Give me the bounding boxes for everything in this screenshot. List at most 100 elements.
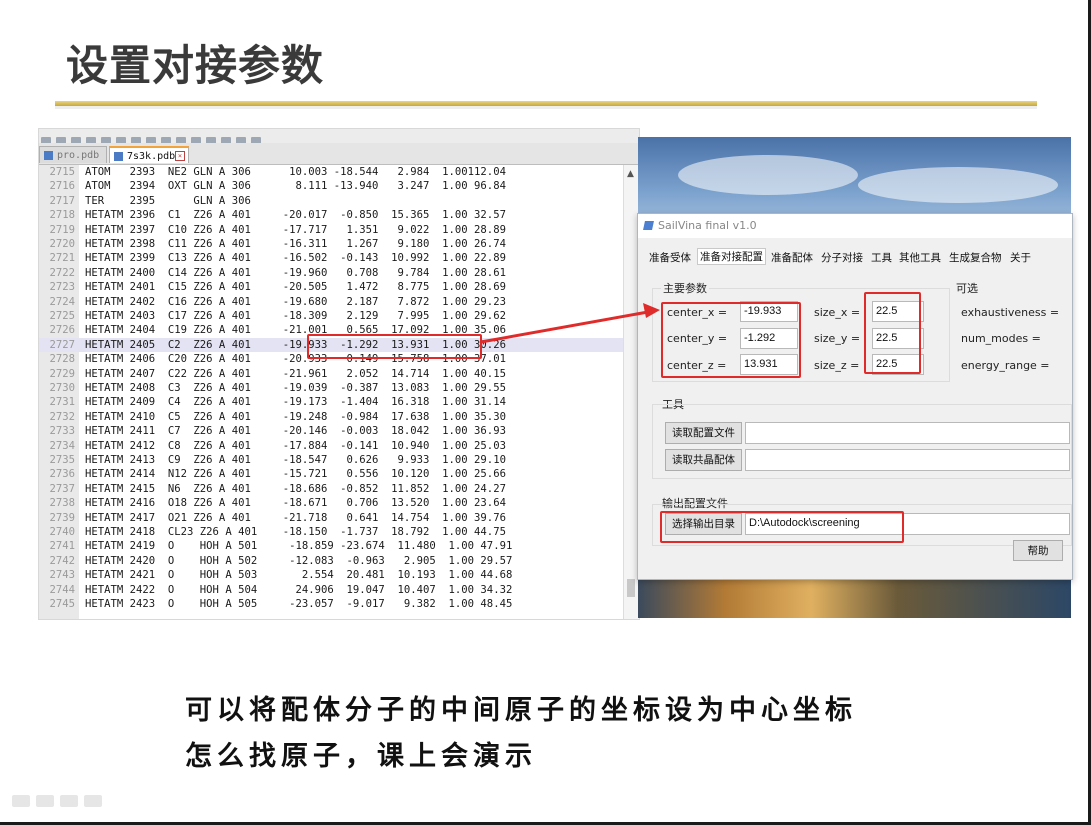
menu-prepare-receptor[interactable]: 准备受体 (649, 250, 691, 265)
menu-prepare-docking-config[interactable]: 准备对接配置 (697, 248, 766, 265)
tab-label: 7s3k.pdb (127, 151, 176, 162)
editor-line[interactable]: 2734 HETATM 2412 C8 Z26 A 401 -17.884 -0.… (39, 439, 624, 453)
editor-line[interactable]: 2733 HETATM 2411 C7 Z26 A 401 -20.146 -0.… (39, 424, 624, 438)
caption-line-2: 怎么找原子，课上会演示 (185, 741, 537, 772)
line-number: 2715 (49, 166, 75, 178)
editor-line[interactable]: 2722 HETATM 2400 C14 Z26 A 401 -19.960 0.… (39, 266, 624, 280)
menu-generate-complex[interactable]: 生成复合物 (949, 250, 1002, 265)
line-number: 2739 (49, 511, 75, 524)
cloud-shape (678, 155, 858, 195)
line-text: HETATM 2410 C5 Z26 A 401 -19.248 -0.984 … (85, 410, 506, 423)
editor-line[interactable]: 2745 HETATM 2423 O HOH A 505 -23.057 -9.0… (39, 597, 624, 611)
editor-text-area[interactable]: 2715 ATOM 2393 NE2 GLN A 306 10.003 -18.5… (39, 165, 624, 619)
line-number: 2730 (49, 382, 75, 394)
menu-molecular-docking[interactable]: 分子对接 (821, 250, 863, 265)
editor-line[interactable]: 2715 ATOM 2393 NE2 GLN A 306 10.003 -18.5… (39, 165, 624, 179)
size-highlight-box (864, 292, 921, 374)
scroll-up-icon[interactable]: ▲ (627, 169, 634, 179)
coordinates-highlight-box (307, 334, 482, 359)
output-highlight-box (660, 511, 904, 543)
line-text: HETATM 2413 C9 Z26 A 401 -18.547 0.626 9… (85, 454, 506, 466)
slide: 设置对接参数 pro.pdb 7s3k.pdb × 2715 ATOM 2393 … (0, 0, 1091, 825)
editor-line[interactable]: 2737 HETATM 2415 N6 Z26 A 401 -18.686 -0.… (39, 482, 624, 496)
editor-line[interactable]: 2718 HETATM 2396 C1 Z26 A 401 -20.017 -0.… (39, 208, 624, 222)
line-number: 2718 (49, 209, 75, 222)
editor-line[interactable]: 2740 HETATM 2418 CL23 Z26 A 401 -18.150 -… (39, 525, 624, 539)
editor-line[interactable]: 2736 HETATM 2414 N12 Z26 A 401 -15.721 0.… (39, 467, 624, 481)
help-button[interactable]: 帮助 (1013, 540, 1063, 561)
editor-line[interactable]: 2741 HETATM 2419 O HOH A 501 -18.859 -23.… (39, 539, 624, 553)
menu-about[interactable]: 关于 (1010, 250, 1031, 265)
line-number: 2725 (49, 310, 75, 322)
line-text: TER 2395 GLN A 306 (85, 194, 251, 207)
line-number: 2743 (49, 569, 75, 582)
line-number: 2737 (49, 482, 75, 495)
editor-tab-bar: pro.pdb 7s3k.pdb × (39, 143, 639, 165)
editor-line[interactable]: 2717 TER 2395 GLN A 306 (39, 194, 624, 208)
editor-line[interactable]: 2720 HETATM 2398 C11 Z26 A 401 -16.311 1.… (39, 237, 624, 251)
editor-line[interactable]: 2744 HETATM 2422 O HOH A 504 24.906 19.04… (39, 583, 624, 597)
window-titlebar: SailVina final v1.0 (638, 214, 1072, 238)
line-text: ATOM 2393 NE2 GLN A 306 10.003 -18.544 2… (85, 166, 506, 178)
menu-other-tools[interactable]: 其他工具 (899, 250, 941, 265)
size-x-label: size_x = (814, 306, 861, 319)
line-text: HETATM 2409 C4 Z26 A 401 -19.173 -1.404 … (85, 396, 506, 409)
editor-line[interactable]: 2716 ATOM 2394 OXT GLN A 306 8.111 -13.94… (39, 179, 624, 193)
editor-line[interactable]: 2738 HETATM 2416 O18 Z26 A 401 -18.671 0.… (39, 496, 624, 510)
line-text: HETATM 2397 C10 Z26 A 401 -17.717 1.351 … (85, 223, 506, 236)
center-highlight-box (661, 302, 801, 378)
window-title: SailVina final v1.0 (658, 219, 757, 232)
line-text: HETATM 2414 N12 Z26 A 401 -15.721 0.556 … (85, 468, 506, 481)
line-text: HETATM 2402 C16 Z26 A 401 -19.680 2.187 … (85, 295, 506, 308)
editor-line[interactable]: 2730 HETATM 2408 C3 Z26 A 401 -19.039 -0.… (39, 381, 624, 395)
line-text: HETATM 2401 C15 Z26 A 401 -20.505 1.472 … (85, 281, 506, 294)
read-cocrystal-ligand-button[interactable]: 读取共晶配体 (665, 449, 742, 471)
menu-icon[interactable] (60, 795, 78, 807)
tab-7s3k-pdb[interactable]: 7s3k.pdb × (109, 146, 189, 163)
menu-tools[interactable]: 工具 (871, 250, 892, 265)
menu-prepare-ligand[interactable]: 准备配体 (771, 250, 813, 265)
line-text: HETATM 2420 O HOH A 502 -12.083 -0.963 2… (85, 554, 513, 567)
config-file-path[interactable] (745, 422, 1070, 444)
line-number: 2734 (49, 439, 75, 452)
line-number: 2735 (49, 454, 75, 466)
line-number: 2732 (49, 410, 75, 423)
pen-icon[interactable] (36, 795, 54, 807)
scrollbar-thumb[interactable] (627, 579, 635, 597)
line-number: 2724 (49, 295, 75, 308)
cocrystal-file-path[interactable] (745, 449, 1070, 471)
line-text: HETATM 2398 C11 Z26 A 401 -16.311 1.267 … (85, 238, 506, 250)
editor-line[interactable]: 2719 HETATM 2397 C10 Z26 A 401 -17.717 1.… (39, 223, 624, 237)
slide-title: 设置对接参数 (66, 41, 325, 90)
prev-slide-icon[interactable] (12, 795, 30, 807)
exhaustiveness-label: exhaustiveness = (961, 306, 1060, 319)
line-text: HETATM 2399 C13 Z26 A 401 -16.502 -0.143… (85, 252, 506, 265)
line-number: 2741 (49, 540, 75, 553)
editor-line[interactable]: 2731 HETATM 2409 C4 Z26 A 401 -19.173 -1.… (39, 395, 624, 409)
line-number: 2723 (49, 281, 75, 294)
editor-line[interactable]: 2723 HETATM 2401 C15 Z26 A 401 -20.505 1.… (39, 280, 624, 294)
editor-line[interactable]: 2721 HETATM 2399 C13 Z26 A 401 -16.502 -0… (39, 251, 624, 265)
editor-line[interactable]: 2725 HETATM 2403 C17 Z26 A 401 -18.309 2.… (39, 309, 624, 323)
line-number: 2720 (49, 238, 75, 250)
next-slide-icon[interactable] (84, 795, 102, 807)
menu-bar: 准备受体 准备对接配置 准备配体 分子对接 工具 其他工具 生成复合物 关于 (638, 248, 1072, 268)
line-number: 2727 (49, 338, 75, 351)
tab-pro-pdb[interactable]: pro.pdb (39, 146, 107, 163)
read-config-button[interactable]: 读取配置文件 (665, 422, 742, 444)
editor-line[interactable]: 2742 HETATM 2420 O HOH A 502 -12.083 -0.9… (39, 554, 624, 568)
line-text: HETATM 2407 C22 Z26 A 401 -21.961 2.052 … (85, 367, 506, 380)
editor-line[interactable]: 2743 HETATM 2421 O HOH A 503 2.554 20.481… (39, 568, 624, 582)
editor-line[interactable]: 2729 HETATM 2407 C22 Z26 A 401 -21.961 2.… (39, 367, 624, 381)
line-number: 2729 (49, 367, 75, 380)
editor-line[interactable]: 2724 HETATM 2402 C16 Z26 A 401 -19.680 2.… (39, 295, 624, 309)
editor-line[interactable]: 2739 HETATM 2417 O21 Z26 A 401 -21.718 0.… (39, 511, 624, 525)
tab-close-icon[interactable]: × (175, 151, 185, 161)
size-z-label: size_z = (814, 359, 860, 372)
editor-line[interactable]: 2735 HETATM 2413 C9 Z26 A 401 -18.547 0.6… (39, 453, 624, 467)
line-text: HETATM 2418 CL23 Z26 A 401 -18.150 -1.73… (85, 526, 506, 538)
energy-range-label: energy_range = (961, 359, 1050, 372)
editor-line[interactable]: 2732 HETATM 2410 C5 Z26 A 401 -19.248 -0.… (39, 410, 624, 424)
line-number: 2728 (49, 353, 75, 366)
line-number: 2738 (49, 497, 75, 510)
